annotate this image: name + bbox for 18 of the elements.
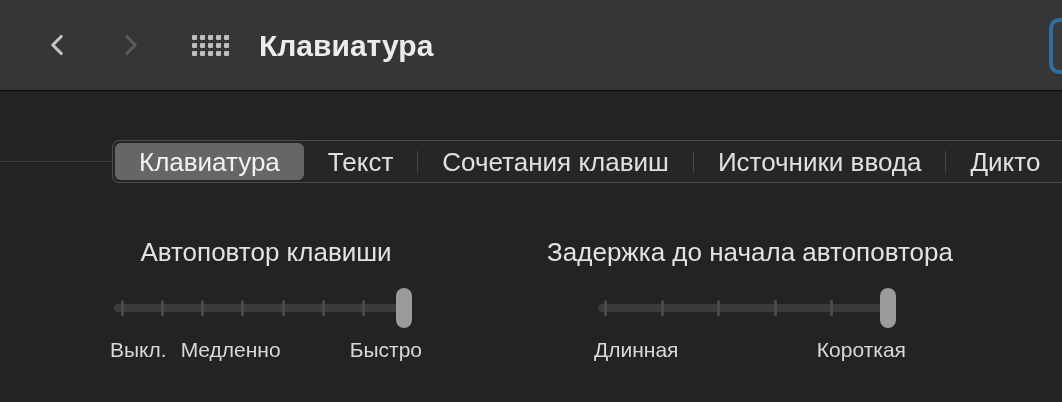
tab[interactable]: Текст xyxy=(303,143,418,180)
grid-icon[interactable] xyxy=(192,34,229,56)
slider-thumb[interactable] xyxy=(396,288,412,328)
slider-label: Выкл. xyxy=(110,337,167,363)
slider-label: Быстро xyxy=(349,337,422,363)
slider-thumb[interactable] xyxy=(880,288,896,328)
slider-track[interactable] xyxy=(598,288,896,328)
slider-title: Задержка до начала автоповтора xyxy=(547,236,953,269)
tab[interactable]: Источники ввода xyxy=(693,143,946,180)
slider-title: Автоповтор клавиши xyxy=(140,236,392,269)
slider-label: Короткая xyxy=(816,337,906,363)
tab[interactable]: Сочетания клавиш xyxy=(418,143,693,180)
window-title: Клавиатура xyxy=(259,27,434,64)
slider-track[interactable] xyxy=(114,288,412,328)
slider-label: Длинная xyxy=(594,337,679,363)
slider-label: Медленно xyxy=(180,337,281,363)
tab[interactable]: Клавиатура xyxy=(115,143,304,180)
tab[interactable]: Дикто xyxy=(946,143,1062,180)
